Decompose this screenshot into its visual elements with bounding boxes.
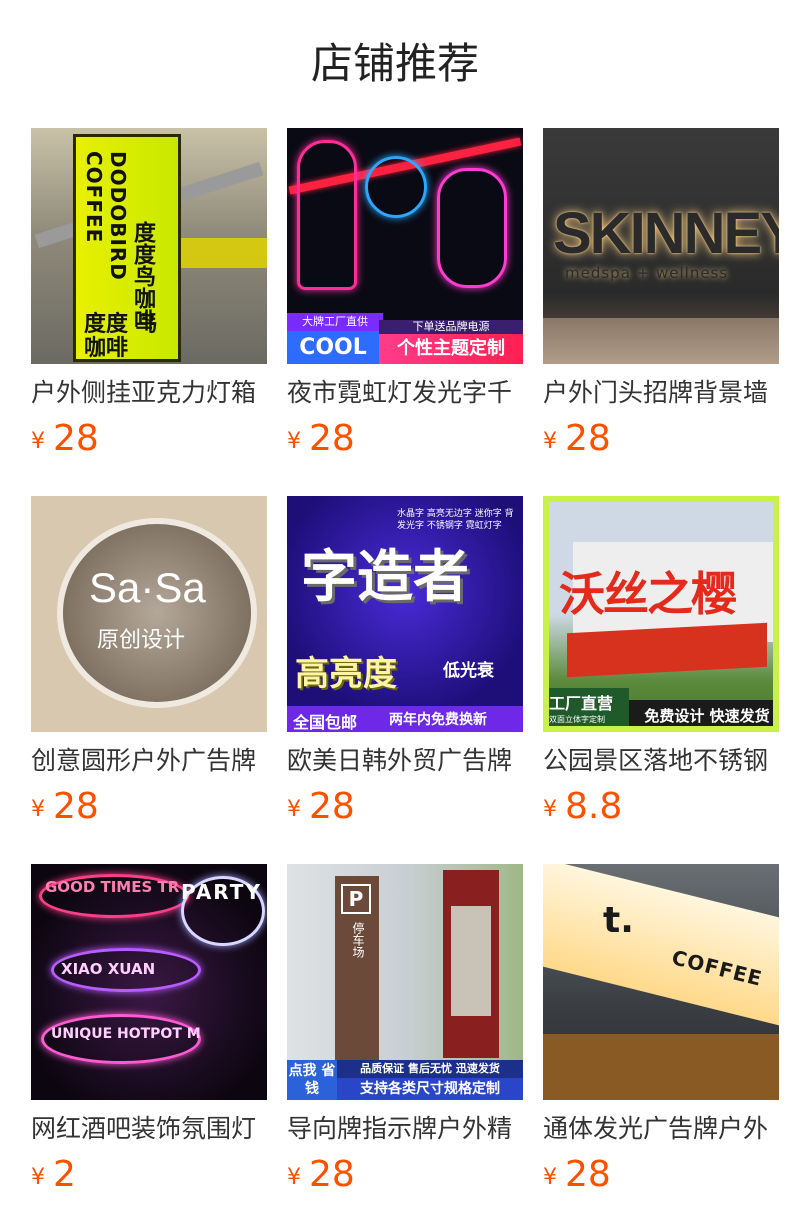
product-name[interactable]: 欧美日韩外贸广告牌 xyxy=(287,744,523,778)
image-decoration xyxy=(57,518,257,708)
product-card[interactable]: SKINNEY medspa + wellness 户外门头招牌背景墙 ¥28 xyxy=(543,128,779,459)
product-price: ¥28 xyxy=(543,1154,611,1195)
image-text: 点我 省钱 xyxy=(287,1060,337,1100)
image-decoration xyxy=(543,864,779,1026)
currency-symbol: ¥ xyxy=(287,1165,301,1190)
image-banner: 全国包邮 两年内免费换新 xyxy=(287,706,523,732)
product-card[interactable]: GOOD TIMES TR PARTY XIAO XUAN UNIQUE HOT… xyxy=(31,864,267,1195)
product-name[interactable]: 导向牌指示牌户外精 xyxy=(287,1112,523,1146)
product-name[interactable]: 创意圆形户外广告牌 xyxy=(31,744,267,778)
product-name[interactable]: 通体发光广告牌户外 xyxy=(543,1112,779,1146)
price-value: 2 xyxy=(53,1154,76,1195)
product-price: ¥28 xyxy=(287,786,355,827)
image-text: 工厂直营 xyxy=(549,694,614,713)
product-price: ¥2 xyxy=(31,1154,76,1195)
image-decoration xyxy=(567,622,767,678)
price-value: 28 xyxy=(309,786,355,827)
currency-symbol: ¥ xyxy=(287,797,301,822)
product-price: ¥28 xyxy=(31,786,99,827)
image-text: 两年内免费换新 xyxy=(389,712,487,728)
currency-symbol: ¥ xyxy=(31,797,45,822)
image-decoration xyxy=(297,140,357,290)
image-text: 停车场 xyxy=(351,922,365,958)
price-value: 28 xyxy=(53,418,99,459)
image-text: 沃丝之樱 xyxy=(559,567,737,621)
image-decoration xyxy=(451,906,491,1016)
image-decoration xyxy=(543,318,779,364)
product-card[interactable]: Sa·Sa 原创设计 创意圆形户外广告牌 ¥28 xyxy=(31,496,267,827)
image-text: 双面立体字定制 xyxy=(549,715,605,724)
product-name[interactable]: 户外侧挂亚克力灯箱 xyxy=(31,376,267,410)
price-value: 28 xyxy=(565,1154,611,1195)
price-value: 28 xyxy=(565,418,611,459)
product-name[interactable]: 网红酒吧装饰氛围灯 xyxy=(31,1112,267,1146)
image-text: 原创设计 xyxy=(97,628,186,653)
image-badge: 工厂直营 双面立体字定制 xyxy=(549,688,629,726)
product-image[interactable]: 水晶字 高亮无边字 迷你字 背发光字 不锈钢字 霓虹灯字 字造者 高亮度 低光衰… xyxy=(287,496,523,732)
product-image[interactable]: GOOD TIMES TR PARTY XIAO XUAN UNIQUE HOT… xyxy=(31,864,267,1100)
image-sign: P 停车场 xyxy=(335,876,379,1060)
image-text: 度度 鸟咖啡 xyxy=(84,312,158,361)
image-text: 大牌工厂直供 xyxy=(287,313,383,331)
product-image[interactable]: P 停车场 点我 省钱 品质保证 售后无忧 迅速发货 支持各类尺寸规格定制 xyxy=(287,864,523,1100)
product-price: ¥28 xyxy=(287,1154,355,1195)
image-text: P xyxy=(341,884,371,914)
image-text: 水晶字 高亮无边字 迷你字 背发光字 不锈钢字 霓虹灯字 xyxy=(397,509,514,531)
product-price: ¥28 xyxy=(543,418,611,459)
product-image[interactable]: t. COFFEE xyxy=(543,864,779,1100)
product-image[interactable]: 大牌工厂直供 COOL 下单送品牌电源 个性主题定制 xyxy=(287,128,523,364)
image-text: PARTY xyxy=(181,880,262,904)
product-image[interactable]: 沃丝之樱 工厂直营 双面立体字定制 免费设计 快速发货 xyxy=(543,496,779,732)
product-image[interactable]: Sa·Sa 原创设计 xyxy=(31,496,267,732)
product-name[interactable]: 公园景区落地不锈钢 xyxy=(543,744,779,778)
image-sign xyxy=(443,870,499,1058)
price-value: 28 xyxy=(309,1154,355,1195)
currency-symbol: ¥ xyxy=(31,429,45,454)
product-card[interactable]: P 停车场 点我 省钱 品质保证 售后无忧 迅速发货 支持各类尺寸规格定制 导向… xyxy=(287,864,523,1195)
product-card[interactable]: DODOBIRD COFFEE 度度鸟咖啡 度度 鸟咖啡 户外侧挂亚克力灯箱 ¥… xyxy=(31,128,267,459)
image-text: 全国包邮 xyxy=(293,713,358,732)
currency-symbol: ¥ xyxy=(543,797,557,822)
product-card[interactable]: 水晶字 高亮无边字 迷你字 背发光字 不锈钢字 霓虹灯字 字造者 高亮度 低光衰… xyxy=(287,496,523,827)
product-name[interactable]: 夜市霓虹灯发光字千 xyxy=(287,376,523,410)
image-decoration xyxy=(365,156,427,218)
product-price: ¥28 xyxy=(287,418,355,459)
product-card[interactable]: 大牌工厂直供 COOL 下单送品牌电源 个性主题定制 夜市霓虹灯发光字千 ¥28 xyxy=(287,128,523,459)
image-text: SKINNEY xyxy=(553,201,779,266)
image-text: t. xyxy=(603,900,634,941)
price-value: 28 xyxy=(309,418,355,459)
product-price: ¥8.8 xyxy=(543,786,623,827)
product-image[interactable]: DODOBIRD COFFEE 度度鸟咖啡 度度 鸟咖啡 xyxy=(31,128,267,364)
image-text: 高亮度 xyxy=(295,654,397,694)
section-title: 店铺推荐 xyxy=(310,39,479,88)
product-card[interactable]: t. COFFEE 通体发光广告牌户外 ¥28 xyxy=(543,864,779,1195)
image-text: 免费设计 快速发货 xyxy=(629,700,773,726)
image-decoration xyxy=(543,1034,779,1100)
currency-symbol: ¥ xyxy=(287,429,301,454)
product-image[interactable]: SKINNEY medspa + wellness xyxy=(543,128,779,364)
image-text: 个性主题定制 xyxy=(379,334,523,364)
image-sign: DODOBIRD COFFEE 度度鸟咖啡 度度 鸟咖啡 xyxy=(73,134,181,362)
image-text: 字造者 xyxy=(301,545,469,610)
image-text: 下单送品牌电源 xyxy=(379,320,523,334)
image-text: 低光衰 xyxy=(443,661,494,681)
image-text: UNIQUE HOTPOT M xyxy=(51,1026,201,1042)
currency-symbol: ¥ xyxy=(543,429,557,454)
price-value: 28 xyxy=(53,786,99,827)
product-name[interactable]: 户外门头招牌背景墙 xyxy=(543,376,779,410)
currency-symbol: ¥ xyxy=(31,1165,45,1190)
price-value: 8.8 xyxy=(565,786,623,827)
currency-symbol: ¥ xyxy=(543,1165,557,1190)
product-price: ¥28 xyxy=(31,418,99,459)
image-text: COOL xyxy=(287,331,379,364)
image-decoration xyxy=(437,168,507,288)
image-text: GOOD TIMES TR xyxy=(45,878,180,896)
product-grid: DODOBIRD COFFEE 度度鸟咖啡 度度 鸟咖啡 户外侧挂亚克力灯箱 ¥… xyxy=(31,128,779,1195)
image-text: 支持各类尺寸规格定制 xyxy=(337,1078,523,1100)
image-text: Sa·Sa xyxy=(89,564,206,611)
image-text: medspa + wellness xyxy=(565,264,729,282)
image-text: XIAO XUAN xyxy=(61,960,156,978)
product-card[interactable]: 沃丝之樱 工厂直营 双面立体字定制 免费设计 快速发货 公园景区落地不锈钢 ¥8… xyxy=(543,496,779,827)
image-text: 品质保证 售后无忧 迅速发货 xyxy=(337,1060,523,1078)
